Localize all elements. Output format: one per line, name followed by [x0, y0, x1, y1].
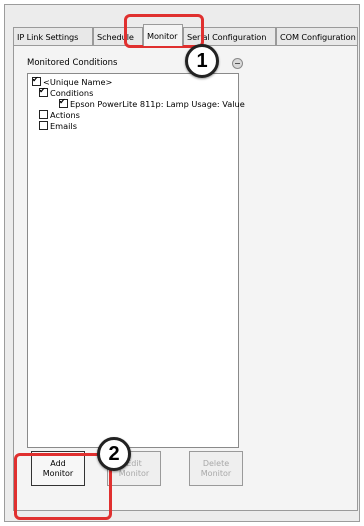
checkbox-conditions[interactable] — [39, 86, 48, 97]
tree-node-conditions-label: Conditions — [50, 88, 94, 98]
tree-node-root-label: <Unique Name> — [43, 77, 113, 87]
callout-badge-2: 2 — [97, 437, 131, 471]
tree-node-actions[interactable]: Actions — [39, 110, 80, 121]
tree-node-emails[interactable]: Emails — [39, 121, 77, 132]
delete-monitor-line2: Monitor — [200, 469, 232, 478]
delete-monitor-button[interactable]: Delete Monitor — [189, 451, 243, 486]
callout-badge-1: 1 — [185, 44, 219, 78]
checkbox-emails[interactable] — [39, 121, 48, 130]
checkbox-condition-item[interactable] — [59, 97, 68, 108]
tab-com-configuration[interactable]: COM Configuration — [276, 27, 358, 45]
checkbox-root[interactable] — [32, 75, 41, 86]
tree-node-emails-label: Emails — [50, 121, 77, 131]
monitor-tree[interactable]: <Unique Name> Conditions Epson PowerLite… — [27, 73, 245, 448]
collapse-icon[interactable] — [232, 58, 243, 69]
tab-ip-link-settings[interactable]: IP Link Settings — [13, 27, 93, 45]
tree-node-actions-label: Actions — [50, 110, 80, 120]
tree-node-condition-item-label: Epson PowerLite 811p: Lamp Usage: Value — [70, 99, 245, 109]
tree-node-conditions[interactable]: Conditions — [39, 86, 94, 99]
delete-monitor-line1: Delete — [202, 459, 230, 468]
checkbox-actions[interactable] — [39, 110, 48, 119]
tab-monitor[interactable]: Monitor — [143, 24, 183, 46]
tree-node-condition-item[interactable]: Epson PowerLite 811p: Lamp Usage: Value — [59, 97, 245, 110]
callout-box-add-monitor — [14, 453, 112, 520]
monitored-conditions-label: Monitored Conditions — [27, 58, 118, 68]
